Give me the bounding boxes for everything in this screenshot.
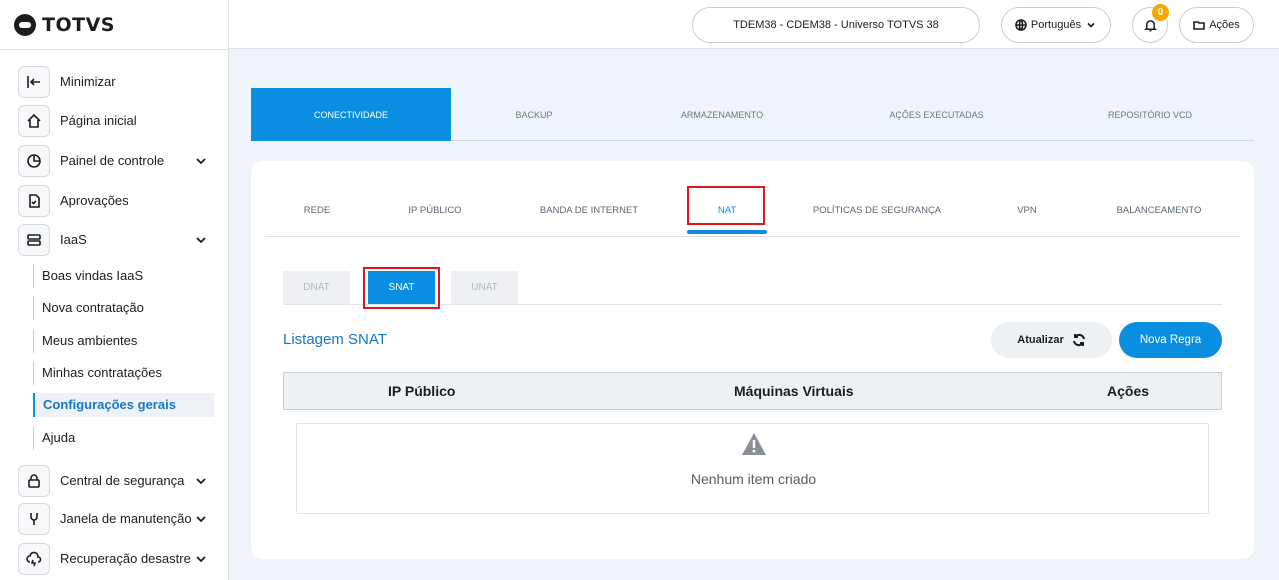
tab-armazenamento[interactable]: ARMAZENAMENTO [617, 88, 827, 141]
tab-rede[interactable]: REDE [285, 183, 349, 237]
content-card: REDE IP PÚBLICO BANDA DE INTERNET NAT PO… [251, 161, 1254, 559]
actions-button[interactable]: Ações [1179, 7, 1254, 43]
environment-selector[interactable]: TDEM38 - CDEM38 - Universo TOTVS 38 [692, 7, 980, 43]
sidebar-item-central-seguranca[interactable]: Central de segurança [18, 465, 214, 497]
refresh-icon [1072, 333, 1085, 347]
language-selector[interactable]: Português [1001, 7, 1111, 43]
sidebar-item-label: Minimizar [60, 74, 116, 89]
chevron-down-icon[interactable] [194, 233, 208, 247]
tab-repositorio-vcd[interactable]: REPOSITÓRIO VCD [1046, 88, 1254, 141]
totvs-logo-mark-icon [14, 14, 36, 36]
tab-ip-publico[interactable]: IP PÚBLICO [383, 183, 487, 237]
tab-snat[interactable]: SNAT [368, 271, 435, 304]
environment-label: TDEM38 - CDEM38 - Universo TOTVS 38 [733, 19, 939, 31]
brand-name: TOTVS [42, 14, 115, 36]
tab-backup[interactable]: BACKUP [451, 88, 617, 141]
pie-chart-icon [18, 145, 50, 177]
sidebar-subitem-ajuda[interactable]: Ajuda [33, 426, 214, 450]
sidebar-item-janela-manutencao[interactable]: Janela de manutenção [18, 503, 214, 535]
chevron-down-icon[interactable] [194, 474, 208, 488]
sidebar-item-label: Página inicial [60, 113, 137, 128]
sidebar-item-label: Recuperação desastre [60, 551, 191, 566]
chevron-down-icon [1087, 22, 1095, 28]
sidebar-item-recuperacao-desastre[interactable]: Recuperação desastre [18, 543, 214, 575]
column-acoes: Ações [1107, 383, 1150, 399]
bell-icon [1143, 19, 1157, 31]
language-label: Português [1030, 19, 1082, 31]
table-header: IP Público Máquinas Virtuais Ações [283, 372, 1222, 410]
tab-acoes-executadas[interactable]: AÇÕES EXECUTADAS [827, 88, 1046, 141]
sidebar-subitem-minhas-contratacoes[interactable]: Minhas contratações [33, 361, 214, 385]
active-tab-indicator [687, 230, 767, 234]
new-rule-button[interactable]: Nova Regra [1119, 322, 1222, 358]
chevron-down-icon[interactable] [194, 552, 208, 566]
globe-icon [1015, 19, 1027, 31]
warning-icon [742, 433, 766, 455]
sidebar-item-home[interactable]: Página inicial [18, 105, 214, 137]
document-check-icon [18, 185, 50, 217]
highlight-box [687, 186, 765, 225]
column-ip-publico: IP Público [388, 383, 456, 399]
sidebar-subitem-configuracoes-gerais[interactable]: Configurações gerais [33, 393, 214, 417]
empty-state: Nenhum item criado [296, 423, 1209, 514]
sidebar-subitem-nova-contratacao[interactable]: Nova contratação [33, 296, 214, 320]
tab-politicas-seguranca[interactable]: POLÍTICAS DE SEGURANÇA [805, 183, 949, 237]
sidebar-subitem-meus-ambientes[interactable]: Meus ambientes [33, 329, 214, 353]
sidebar-item-minimizar[interactable]: Minimizar [18, 66, 214, 98]
tab-dnat[interactable]: DNAT [283, 271, 350, 304]
sidebar-item-aprovacoes[interactable]: Aprovações [18, 185, 214, 217]
tab-balanceamento[interactable]: BALANCEAMENTO [1105, 183, 1213, 237]
refresh-label: Atualizar [1017, 334, 1064, 346]
sidebar-item-label: IaaS [60, 232, 87, 247]
tab-vpn[interactable]: VPN [1005, 183, 1049, 237]
tab-banda-internet[interactable]: BANDA DE INTERNET [525, 183, 653, 237]
top-header: TDEM38 - CDEM38 - Universo TOTVS 38 Port… [229, 0, 1279, 49]
totvs-logo[interactable]: TOTVS [14, 12, 115, 38]
lock-icon [18, 465, 50, 497]
notification-count-badge: 0 [1152, 4, 1169, 21]
sidebar-item-label: Janela de manutenção [60, 511, 192, 526]
sidebar-divider [0, 49, 228, 50]
chevron-down-icon[interactable] [194, 154, 208, 168]
listing-title: Listagem SNAT [283, 331, 387, 348]
home-icon [18, 105, 50, 137]
sidebar: TOTVS Minimizar Página inicial Painel de… [0, 0, 229, 580]
actions-label: Ações [1209, 19, 1240, 31]
nat-type-tabs: DNAT SNAT UNAT [283, 267, 1222, 309]
folder-icon [1193, 21, 1206, 30]
chevron-down-icon[interactable] [194, 512, 208, 526]
cloud-sync-icon [18, 543, 50, 575]
tab-unat[interactable]: UNAT [451, 271, 518, 304]
wrench-icon [18, 503, 50, 535]
server-icon [18, 224, 50, 256]
tab-conectividade[interactable]: CONECTIVIDADE [251, 88, 451, 141]
sidebar-item-label: Aprovações [60, 193, 129, 208]
tab-nat[interactable]: NAT [687, 183, 767, 237]
sidebar-item-label: Painel de controle [60, 153, 165, 168]
connectivity-sub-tabs: REDE IP PÚBLICO BANDA DE INTERNET NAT PO… [265, 183, 1240, 237]
refresh-button[interactable]: Atualizar [991, 322, 1112, 358]
column-maquinas-virtuais: Máquinas Virtuais [734, 383, 854, 399]
sidebar-item-iaas[interactable]: IaaS [18, 224, 214, 256]
sidebar-subitem-boas-vindas[interactable]: Boas vindas IaaS [33, 264, 214, 288]
sidebar-item-painel[interactable]: Painel de controle [18, 145, 214, 177]
sidebar-item-label: Central de segurança [60, 473, 185, 488]
empty-message: Nenhum item criado [690, 471, 817, 487]
top-tabs: CONECTIVIDADE BACKUP ARMAZENAMENTO AÇÕES… [251, 88, 1254, 141]
collapse-left-icon [18, 66, 50, 98]
